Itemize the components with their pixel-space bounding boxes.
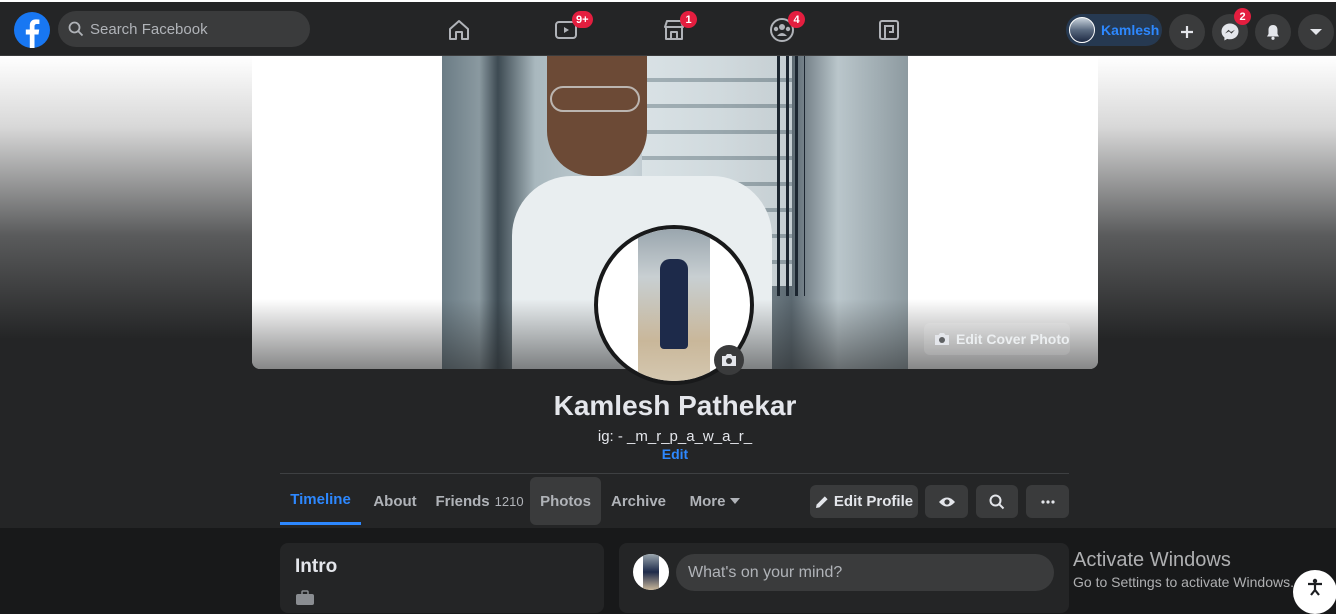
create-button[interactable]: [1169, 14, 1205, 50]
more-options-button[interactable]: [1026, 485, 1069, 518]
profile-shortcut[interactable]: Kamlesh: [1066, 14, 1162, 46]
search-icon: [989, 494, 1005, 509]
nav-groups[interactable]: 4: [727, 8, 837, 52]
search-icon: [68, 21, 84, 37]
profile-name: Kamlesh Pathekar: [553, 390, 797, 421]
update-profile-picture-button[interactable]: [714, 345, 744, 375]
edit-profile-button[interactable]: Edit Profile: [810, 485, 918, 518]
messenger-button[interactable]: 2: [1212, 8, 1251, 50]
avatar: [633, 554, 669, 590]
watermark-subtitle: Go to Settings to activate Windows.: [1073, 574, 1294, 590]
user-name: Kamlesh: [1101, 22, 1160, 38]
status-input[interactable]: What's on your mind?: [676, 554, 1054, 591]
tab-more[interactable]: More: [682, 477, 748, 525]
edit-cover-photo-button[interactable]: Edit Cover Photo: [924, 323, 1070, 355]
top-navigation-bar: 9+ 1 4 Kamlesh 2: [0, 0, 1336, 56]
gaming-icon: [879, 20, 899, 40]
tab-friends[interactable]: Friends 1210: [434, 477, 525, 525]
tab-archive[interactable]: Archive: [605, 477, 672, 525]
camera-icon: [722, 354, 736, 366]
caret-down-icon: [1310, 29, 1322, 35]
search-bar[interactable]: [58, 11, 310, 47]
ellipsis-icon: [1040, 499, 1055, 504]
eye-icon: [938, 497, 955, 506]
search-profile-button[interactable]: [976, 485, 1018, 518]
edit-bio-link[interactable]: Edit: [0, 446, 1336, 462]
messenger-badge: 2: [1234, 8, 1251, 25]
groups-badge: 4: [788, 11, 805, 28]
facebook-logo-icon[interactable]: [14, 12, 50, 48]
notifications-button[interactable]: [1255, 14, 1291, 50]
post-composer: What's on your mind?: [619, 543, 1069, 613]
tab-about[interactable]: About: [366, 477, 424, 525]
search-input[interactable]: [90, 20, 290, 38]
watch-badge: 9+: [572, 11, 593, 28]
nav-watch[interactable]: 9+: [511, 8, 621, 52]
messenger-icon: [1221, 23, 1239, 41]
nav-gaming[interactable]: [834, 8, 944, 52]
intro-title: Intro: [295, 556, 338, 577]
profile-bio: ig: - _m_r_p_a_w_a_r_: [597, 428, 753, 445]
marketplace-badge: 1: [680, 11, 697, 28]
tab-photos[interactable]: Photos: [530, 477, 601, 525]
accessibility-help-button[interactable]: [1293, 570, 1336, 614]
tabs-divider: [280, 473, 1069, 474]
camera-icon: [935, 333, 949, 345]
edit-cover-photo-label: Edit Cover Photo: [956, 331, 1070, 347]
watermark-title: Activate Windows: [1073, 549, 1231, 571]
view-as-button[interactable]: [925, 485, 968, 518]
account-menu-button[interactable]: [1298, 14, 1334, 50]
windows-activation-watermark: Activate Windows Go to Settings to activ…: [1073, 549, 1294, 590]
home-icon: [449, 20, 469, 40]
briefcase-icon: [296, 590, 314, 605]
caret-down-icon: [730, 497, 741, 504]
nav-home[interactable]: [404, 8, 514, 52]
avatar: [1069, 17, 1095, 43]
bell-icon: [1267, 25, 1279, 40]
nav-marketplace[interactable]: 1: [619, 8, 729, 52]
intro-card: Intro: [280, 543, 604, 613]
friends-count: 1210: [494, 493, 524, 509]
pencil-icon: [815, 495, 828, 508]
plus-icon: [1181, 26, 1193, 38]
tab-timeline[interactable]: Timeline: [280, 477, 361, 525]
accessibility-icon: [1308, 578, 1322, 596]
